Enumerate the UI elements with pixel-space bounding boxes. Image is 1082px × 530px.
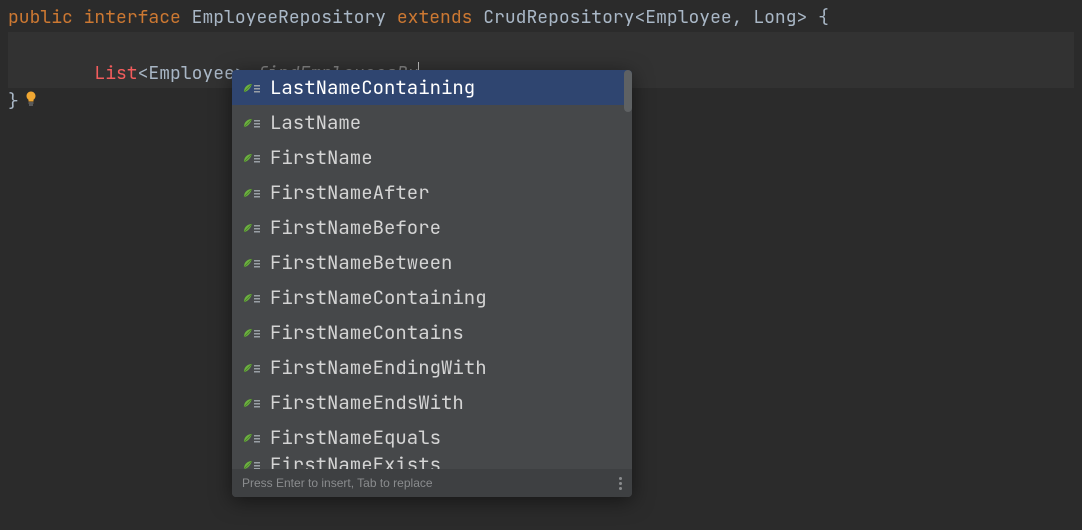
spring-leaf-icon: [242, 395, 262, 411]
autocomplete-item-label: FirstNameEquals: [270, 425, 441, 450]
autocomplete-item-label: FirstNameContaining: [270, 285, 487, 310]
spring-leaf-icon: [242, 457, 262, 470]
autocomplete-popup[interactable]: LastNameContaining LastName FirstName First…: [232, 70, 632, 497]
spring-leaf-icon: [242, 185, 262, 201]
keyword-public: public: [8, 6, 73, 29]
autocomplete-item[interactable]: FirstNameContains: [232, 315, 632, 350]
keyword-extends: extends: [397, 6, 473, 29]
autocomplete-item-label: FirstNameEndsWith: [270, 390, 464, 415]
interface-name: EmployeeRepository: [192, 6, 386, 29]
autocomplete-item-label: FirstNameBetween: [270, 250, 452, 275]
autocomplete-item[interactable]: FirstNameEndingWith: [232, 350, 632, 385]
autocomplete-item-label: FirstNameExists: [270, 455, 441, 469]
footer-hint: Press Enter to insert, Tab to replace: [242, 476, 433, 490]
autocomplete-item[interactable]: FirstNameBefore: [232, 210, 632, 245]
autocomplete-item-label: LastNameContaining: [270, 75, 475, 100]
autocomplete-item[interactable]: FirstNameContaining: [232, 280, 632, 315]
keyword-interface: interface: [84, 6, 181, 29]
autocomplete-item-label: FirstNameEndingWith: [270, 355, 487, 380]
spring-leaf-icon: [242, 220, 262, 236]
autocomplete-item-label: FirstNameContains: [270, 320, 464, 345]
autocomplete-item[interactable]: FirstNameBetween: [232, 245, 632, 280]
autocomplete-item[interactable]: FirstNameExists: [232, 455, 632, 469]
scrollbar-thumb[interactable]: [624, 70, 632, 112]
more-options-icon[interactable]: [619, 477, 622, 490]
lightbulb-icon[interactable]: [22, 34, 40, 52]
code-line-1: public interface EmployeeRepository exte…: [8, 4, 1074, 32]
spring-leaf-icon: [242, 290, 262, 306]
spring-leaf-icon: [242, 80, 262, 96]
autocomplete-item[interactable]: FirstName: [232, 140, 632, 175]
autocomplete-item-label: FirstName: [270, 145, 373, 170]
autocomplete-item-label: FirstNameAfter: [270, 180, 430, 205]
autocomplete-item-label: FirstNameBefore: [270, 215, 441, 240]
spring-leaf-icon: [242, 360, 262, 376]
return-type: List: [94, 62, 137, 85]
spring-leaf-icon: [242, 150, 262, 166]
autocomplete-list[interactable]: LastNameContaining LastName FirstName First…: [232, 70, 632, 469]
autocomplete-item[interactable]: LastNameContaining: [232, 70, 632, 105]
autocomplete-item[interactable]: LastName: [232, 105, 632, 140]
autocomplete-item[interactable]: FirstNameAfter: [232, 175, 632, 210]
autocomplete-item[interactable]: FirstNameEndsWith: [232, 385, 632, 420]
autocomplete-item-label: LastName: [270, 110, 361, 135]
spring-leaf-icon: [242, 255, 262, 271]
spring-leaf-icon: [242, 325, 262, 341]
autocomplete-item[interactable]: FirstNameEquals: [232, 420, 632, 455]
autocomplete-footer: Press Enter to insert, Tab to replace: [232, 469, 632, 497]
spring-leaf-icon: [242, 115, 262, 131]
base-type: CrudRepository: [483, 6, 634, 29]
spring-leaf-icon: [242, 430, 262, 446]
